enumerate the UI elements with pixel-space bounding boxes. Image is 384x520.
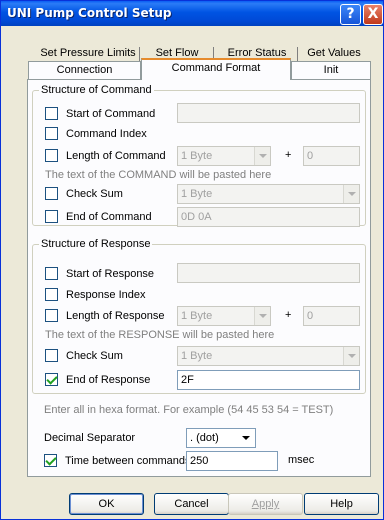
- checkbox-label: End of Command: [66, 211, 152, 223]
- command-length-offset-input[interactable]: 0: [303, 146, 360, 166]
- tab-init[interactable]: Init: [291, 61, 371, 79]
- checkbox-box: [45, 288, 58, 301]
- time-unit-label: msec: [288, 454, 315, 466]
- close-button[interactable]: X: [363, 4, 383, 25]
- command-group-label: Structure of Command: [39, 84, 154, 96]
- end-of-response-input[interactable]: 2F: [177, 370, 360, 390]
- end-of-command-input[interactable]: 0D 0A: [177, 207, 360, 227]
- title-bar[interactable]: UNI Pump Control Setup ? X: [1, 1, 383, 26]
- checkbox-label: Length of Response: [66, 310, 165, 322]
- chevron-down-icon: [343, 185, 359, 203]
- response-structure-group: Structure of Response Start of Response …: [32, 238, 366, 394]
- response-paste-note: The text of the RESPONSE will be pasted …: [45, 329, 275, 341]
- decimal-separator-select[interactable]: . (dot): [186, 428, 256, 448]
- chevron-down-icon: [254, 307, 270, 325]
- checkbox-label: Length of Command: [66, 150, 166, 162]
- length-of-command-checkbox[interactable]: Length of Command: [45, 149, 166, 165]
- chevron-down-icon: [343, 347, 359, 365]
- chevron-down-icon: [239, 429, 255, 447]
- select-value: . (dot): [190, 432, 219, 444]
- checkbox-box: [45, 187, 58, 200]
- plus-sign: +: [285, 149, 292, 161]
- checkbox-box: [45, 210, 58, 223]
- command-checksum-checkbox[interactable]: Check Sum: [45, 187, 123, 203]
- command-checksum-select[interactable]: 1 Byte: [177, 184, 360, 204]
- time-between-commands-input[interactable]: 250: [186, 451, 278, 471]
- time-between-commands-checkbox[interactable]: Time between commands: [44, 454, 191, 470]
- end-of-command-checkbox[interactable]: End of Command: [45, 210, 152, 226]
- checkbox-label: Check Sum: [66, 188, 123, 200]
- cancel-button[interactable]: Cancel: [154, 493, 229, 515]
- start-of-command-input[interactable]: [177, 103, 360, 123]
- response-checksum-checkbox[interactable]: Check Sum: [45, 349, 123, 365]
- checkmark-icon: [45, 373, 58, 386]
- checkbox-label: Command Index: [66, 128, 147, 140]
- checkbox-box: [45, 267, 58, 280]
- response-checksum-select[interactable]: 1 Byte: [177, 346, 360, 366]
- select-value: 1 Byte: [181, 350, 213, 362]
- checkbox-box: [45, 107, 58, 120]
- command-structure-group: Structure of Command Start of Command Co…: [32, 84, 366, 227]
- start-of-response-input[interactable]: [177, 263, 360, 283]
- response-length-select[interactable]: 1 Byte: [177, 306, 271, 326]
- checkbox-box: [45, 149, 58, 162]
- tab-panel: Structure of Command Start of Command Co…: [27, 79, 371, 477]
- apply-label: Apply: [251, 498, 280, 510]
- checkbox-label: End of Response: [66, 374, 151, 386]
- start-of-response-checkbox[interactable]: Start of Response: [45, 267, 154, 283]
- length-of-response-checkbox[interactable]: Length of Response: [45, 309, 164, 325]
- response-group-label: Structure of Response: [39, 238, 153, 250]
- ok-button[interactable]: OK: [69, 493, 144, 515]
- response-index-checkbox[interactable]: Response Index: [45, 288, 146, 304]
- checkmark-icon: [44, 454, 57, 467]
- start-of-command-checkbox[interactable]: Start of Command: [45, 107, 155, 123]
- chevron-down-icon: [254, 147, 270, 165]
- command-index-checkbox[interactable]: Command Index: [45, 127, 147, 143]
- tab-connection[interactable]: Connection: [28, 61, 141, 79]
- checkbox-label: Time between commands: [65, 455, 191, 467]
- apply-button[interactable]: Apply: [228, 493, 303, 515]
- checkbox-label: Check Sum: [66, 350, 123, 362]
- hex-format-note: Enter all in hexa format. For example (5…: [44, 404, 334, 416]
- checkbox-box: [45, 127, 58, 140]
- select-value: 1 Byte: [181, 188, 213, 200]
- checkbox-label: Start of Command: [66, 108, 156, 120]
- select-value: 1 Byte: [181, 150, 213, 162]
- checkbox-label: Response Index: [66, 289, 146, 301]
- command-length-select[interactable]: 1 Byte: [177, 146, 271, 166]
- help-title-button[interactable]: ?: [340, 4, 361, 25]
- plus-sign: +: [285, 309, 292, 321]
- window-title: UNI Pump Control Setup: [7, 6, 172, 20]
- checkbox-box: [45, 349, 58, 362]
- checkbox-label: Start of Response: [66, 268, 155, 280]
- help-button[interactable]: Help: [304, 493, 379, 515]
- command-paste-note: The text of the COMMAND will be pasted h…: [45, 169, 272, 181]
- end-of-response-checkbox[interactable]: End of Response: [45, 373, 150, 389]
- select-value: 1 Byte: [181, 310, 213, 322]
- decimal-separator-label: Decimal Separator: [44, 432, 136, 444]
- checkbox-box: [45, 309, 58, 322]
- response-length-offset-input[interactable]: 0: [303, 306, 360, 326]
- tab-command-format[interactable]: Command Format: [141, 58, 291, 80]
- dialog-window: UNI Pump Control Setup ? X Set Pressure …: [0, 0, 384, 520]
